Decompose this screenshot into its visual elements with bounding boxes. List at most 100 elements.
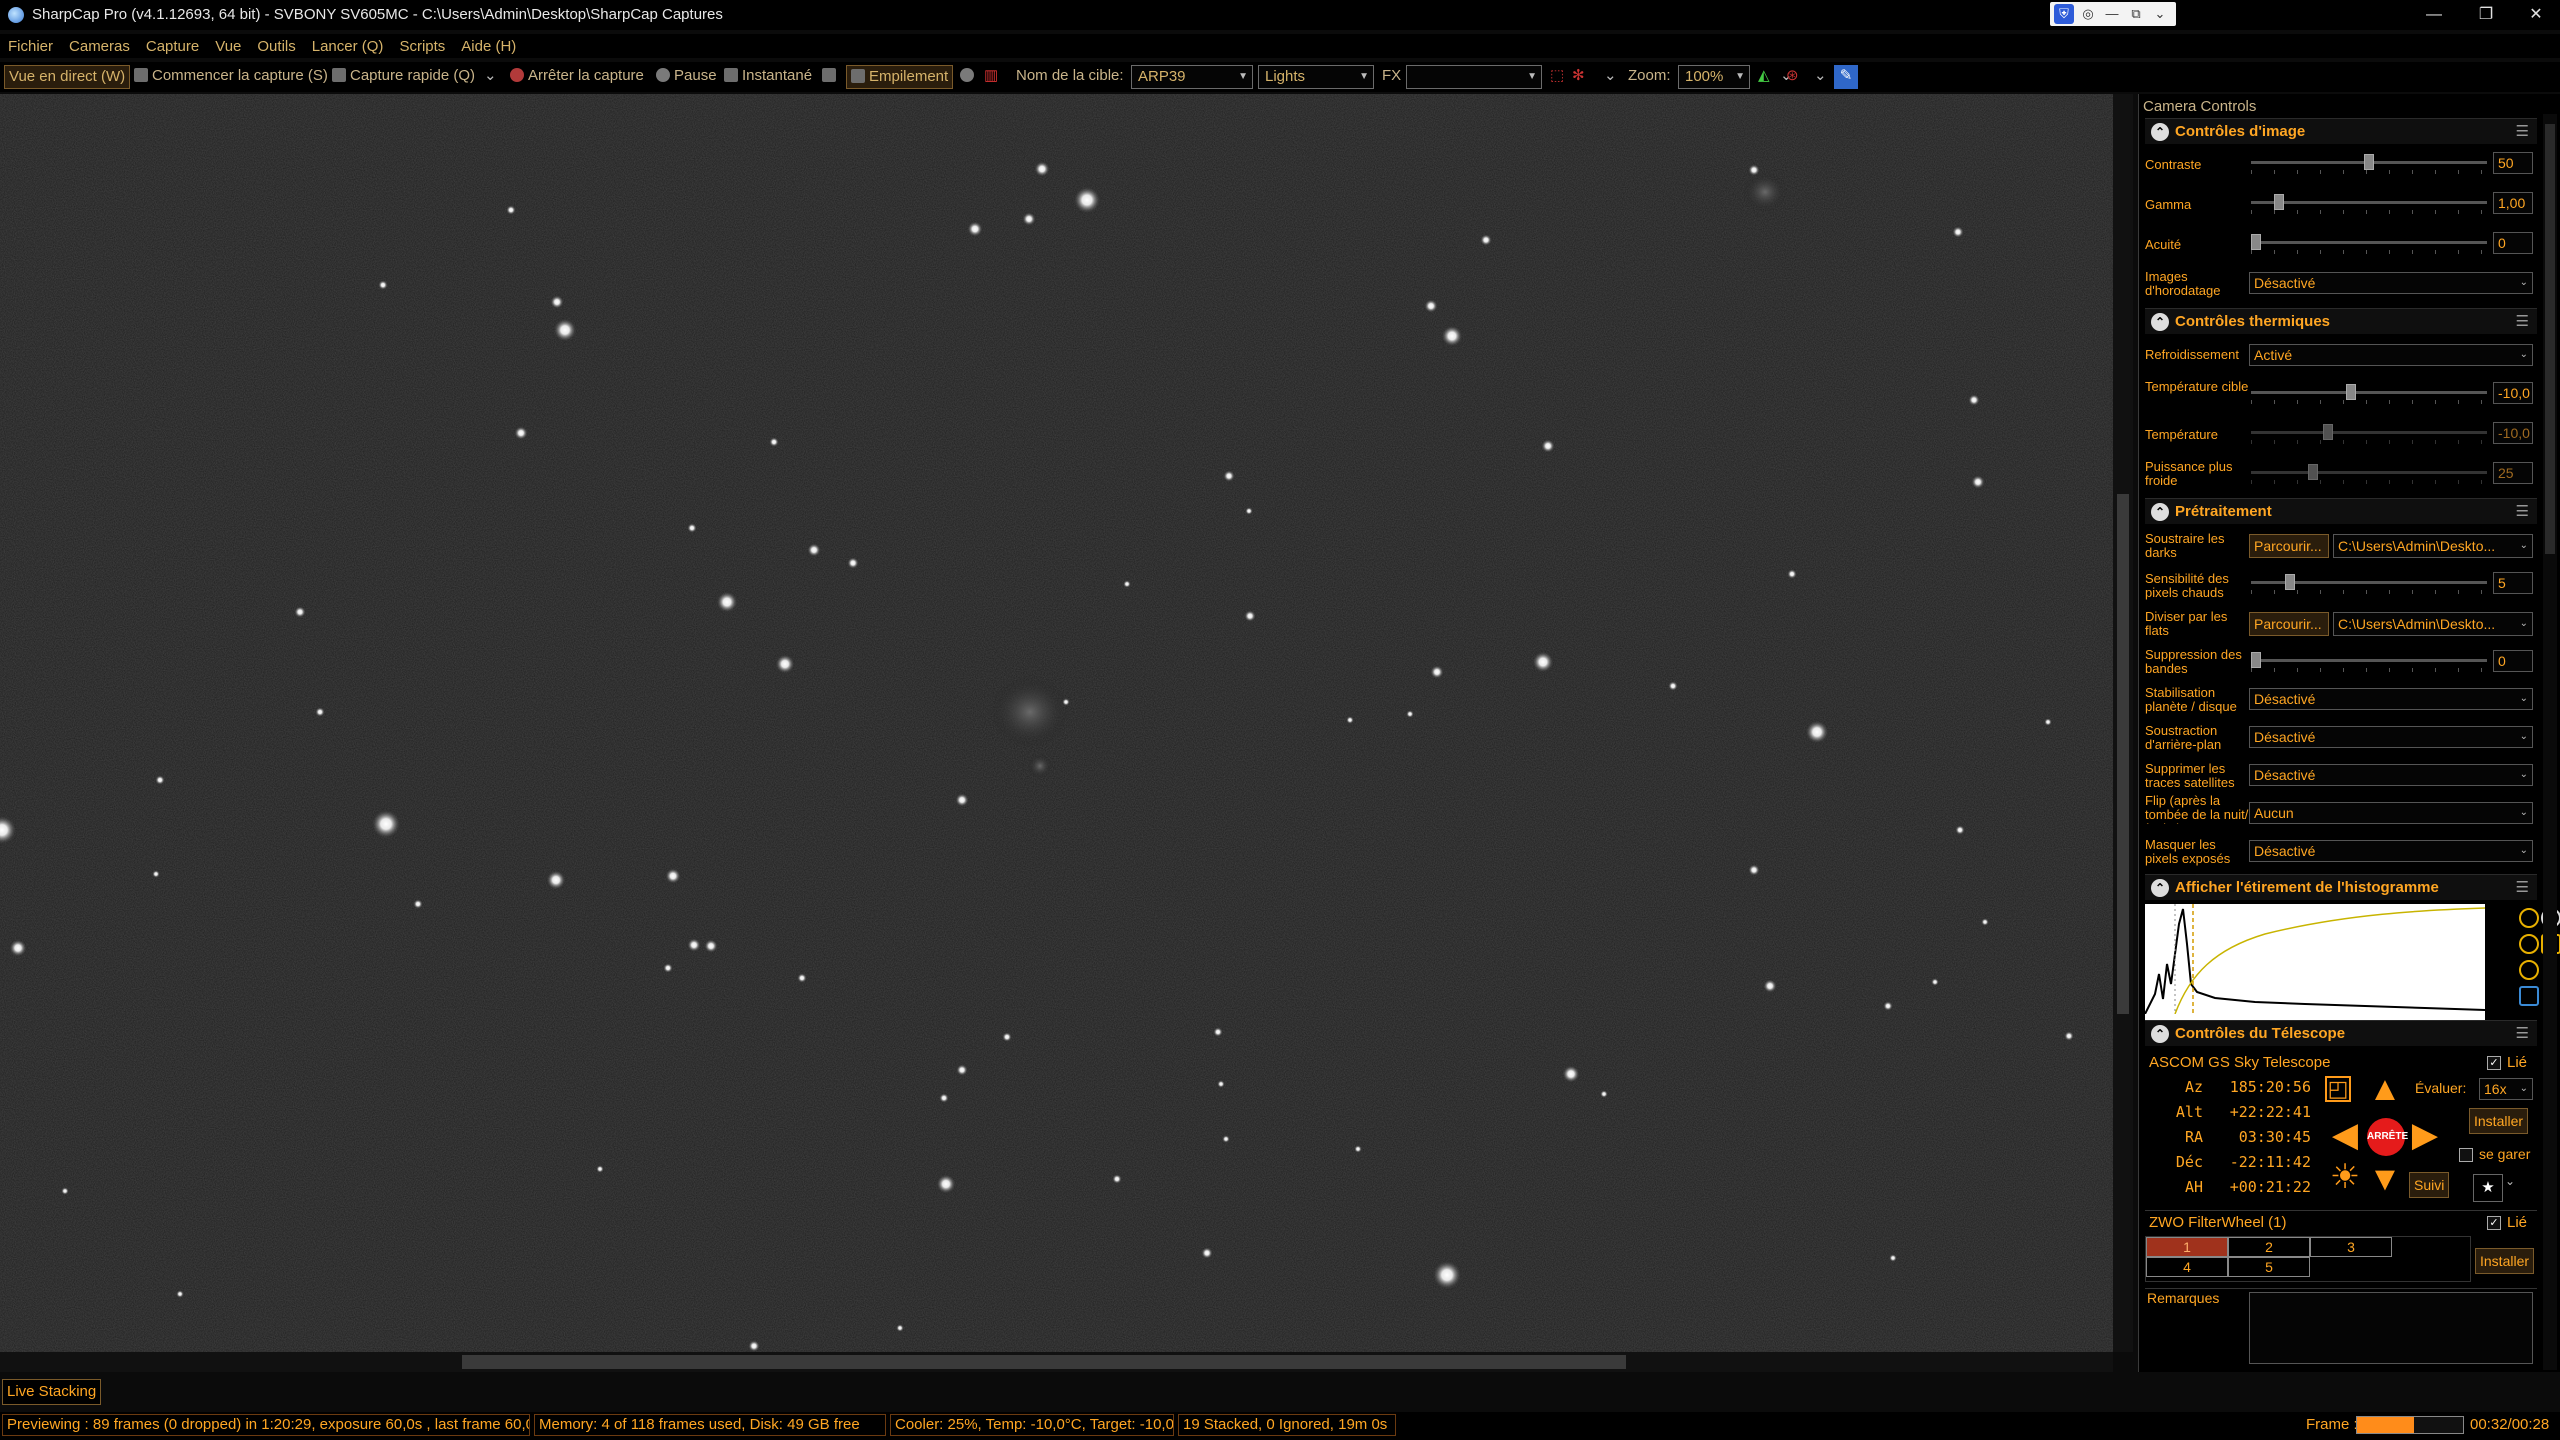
- histogram-graph[interactable]: [2144, 904, 2486, 1024]
- annotate-icon[interactable]: ✎: [1834, 65, 1858, 89]
- telescope-stop-button[interactable]: ARRÊTE: [2367, 1118, 2408, 1156]
- telescope-linked-checkbox[interactable]: ✓: [2487, 1056, 2501, 1070]
- section-image-controls[interactable]: ⌃ Contrôles d'image ☰: [2145, 118, 2537, 144]
- slider-knob[interactable]: [2284, 574, 2295, 590]
- gamma-value[interactable]: 1,00: [2493, 192, 2533, 214]
- maximize-button[interactable]: ❐: [2458, 0, 2514, 30]
- telescope-setup-button[interactable]: Installer: [2469, 1108, 2529, 1134]
- slew-west-button[interactable]: ◀: [2327, 1118, 2363, 1152]
- slew-south-button[interactable]: ▼: [2367, 1162, 2403, 1196]
- image-horizontal-scrollbar[interactable]: [0, 1352, 2113, 1372]
- hotpixel-value[interactable]: 5: [2493, 572, 2533, 594]
- park-checkbox[interactable]: [2459, 1148, 2473, 1162]
- flip-dropdown[interactable]: Aucun ⌄: [2249, 802, 2533, 824]
- section-histogram-stretch[interactable]: ⌃ Afficher l'étirement de l'histogramme …: [2145, 874, 2537, 900]
- reset-icon[interactable]: [2519, 960, 2539, 980]
- stacking-button[interactable]: Empilement: [846, 65, 954, 89]
- filterwheel-linked-checkbox[interactable]: ✓: [2487, 1216, 2501, 1230]
- live-stacking-tab[interactable]: Live Stacking: [2, 1379, 102, 1405]
- darks-path-dropdown[interactable]: C:\Users\Admin\Deskto... ⌄: [2333, 534, 2533, 558]
- menu-aide[interactable]: Aide (H): [453, 34, 524, 58]
- image-vertical-scrollbar[interactable]: [2113, 94, 2133, 1352]
- hamburger-icon[interactable]: ☰: [2516, 309, 2529, 335]
- satellite-trails-dropdown[interactable]: Désactivé ⌄: [2249, 764, 2533, 786]
- record-button[interactable]: [960, 65, 978, 89]
- filter-slot-1[interactable]: 1: [2146, 1237, 2228, 1257]
- panel-scrollbar[interactable]: [2543, 114, 2557, 1370]
- sun-icon[interactable]: ☀: [2327, 1160, 2363, 1194]
- restore-small-icon[interactable]: ⧉: [2126, 4, 2146, 24]
- focus-assist-icon[interactable]: ⊛: [1786, 65, 1799, 89]
- sharpness-value[interactable]: 0: [2493, 232, 2533, 254]
- quick-capture-dropdown[interactable]: ⌄: [484, 65, 497, 89]
- menu-fichier[interactable]: Fichier: [0, 34, 61, 58]
- section-telescope-controls[interactable]: ⌃ Contrôles du Télescope ☰: [2145, 1020, 2537, 1046]
- slider-knob[interactable]: [2251, 652, 2261, 668]
- slew-north-button[interactable]: ▲: [2367, 1072, 2403, 1106]
- filter-slot-5[interactable]: 5: [2228, 1257, 2310, 1277]
- menu-cameras[interactable]: Cameras: [61, 34, 138, 58]
- fx-combo[interactable]: ▼: [1406, 65, 1542, 89]
- scrollbar-thumb[interactable]: [462, 1355, 1626, 1369]
- display-settings-button[interactable]: [822, 65, 840, 89]
- reticle-dropdown[interactable]: ⌄: [1604, 65, 1617, 89]
- stop-capture-button[interactable]: Arrêter la capture: [510, 65, 644, 89]
- scrollbar-thumb[interactable]: [2117, 494, 2129, 1014]
- menu-lancer[interactable]: Lancer (Q): [304, 34, 392, 58]
- target-temp-value[interactable]: -10,0: [2493, 382, 2533, 404]
- slider-knob[interactable]: [2364, 154, 2374, 170]
- stabilization-dropdown[interactable]: Désactivé ⌄: [2249, 688, 2533, 710]
- chevron-down-icon[interactable]: ⌄: [2505, 1174, 2515, 1188]
- minimize-small-icon[interactable]: —: [2102, 4, 2122, 24]
- background-subtraction-dropdown[interactable]: Désactivé ⌄: [2249, 726, 2533, 748]
- pause-button[interactable]: Pause: [656, 65, 717, 89]
- collapse-icon[interactable]: ⌃: [2151, 123, 2169, 141]
- bitwarden-icon[interactable]: ⛨: [2054, 4, 2074, 24]
- cooling-dropdown[interactable]: Activé ⌄: [2249, 344, 2533, 366]
- power-toggle-icon[interactable]: [2519, 908, 2539, 928]
- chevron-down-icon[interactable]: ⌄: [2150, 4, 2170, 24]
- hotpixel-slider[interactable]: [2251, 574, 2487, 594]
- target-name-combo[interactable]: ARP39 ▼: [1131, 65, 1253, 89]
- frame-type-combo[interactable]: Lights ▼: [1258, 65, 1374, 89]
- star-icon[interactable]: ★: [2473, 1174, 2503, 1202]
- menu-vue[interactable]: Vue: [207, 34, 249, 58]
- close-button[interactable]: ✕: [2508, 0, 2560, 30]
- collapse-icon[interactable]: ⌃: [2151, 879, 2169, 897]
- darks-browse-button[interactable]: Parcourir...: [2249, 534, 2329, 558]
- histogram-off-icon[interactable]: ▥: [984, 65, 998, 89]
- flats-path-dropdown[interactable]: C:\Users\Admin\Deskto... ⌄: [2333, 612, 2533, 636]
- sharpness-slider[interactable]: [2251, 234, 2487, 254]
- tracking-button[interactable]: Suivi: [2409, 1172, 2450, 1198]
- rate-dropdown[interactable]: 16x ⌄: [2479, 1078, 2533, 1100]
- filter-slot-2[interactable]: 2: [2228, 1237, 2310, 1257]
- collapse-icon[interactable]: ⌃: [2151, 313, 2169, 331]
- zoom-combo[interactable]: 100% ▼: [1678, 65, 1750, 89]
- quick-capture-button[interactable]: Capture rapide (Q): [332, 65, 475, 89]
- banding-slider[interactable]: [2251, 652, 2487, 672]
- menu-outils[interactable]: Outils: [249, 34, 303, 58]
- reticle-icon[interactable]: ✻: [1572, 65, 1585, 89]
- contrast-value[interactable]: 50: [2493, 152, 2533, 174]
- lightning-icon[interactable]: [2519, 934, 2539, 954]
- live-view-button[interactable]: Vue en direct (W): [4, 65, 131, 89]
- extension-icon[interactable]: ◎: [2078, 4, 2098, 24]
- flats-browse-button[interactable]: Parcourir...: [2249, 612, 2329, 636]
- section-preprocessing[interactable]: ⌃ Prétraitement ☰: [2145, 498, 2537, 524]
- banding-value[interactable]: 0: [2493, 650, 2533, 672]
- section-thermal-controls[interactable]: ⌃ Contrôles thermiques ☰: [2145, 308, 2537, 334]
- minimize-button[interactable]: —: [2406, 0, 2462, 30]
- crop-icon[interactable]: ⬚: [1550, 65, 1564, 89]
- save-icon[interactable]: [2519, 986, 2539, 1006]
- menu-scripts[interactable]: Scripts: [391, 34, 453, 58]
- filter-slot-3[interactable]: 3: [2310, 1237, 2392, 1257]
- target-temp-slider[interactable]: [2251, 384, 2487, 404]
- mask-overexposed-dropdown[interactable]: Désactivé ⌄: [2249, 840, 2533, 862]
- image-viewport[interactable]: [0, 94, 2113, 1352]
- slider-knob[interactable]: [2273, 194, 2284, 210]
- timestamp-dropdown[interactable]: Désactivé ⌄: [2249, 272, 2533, 294]
- filterwheel-setup-button[interactable]: Installer: [2475, 1248, 2535, 1274]
- hamburger-icon[interactable]: ☰: [2516, 499, 2529, 525]
- hamburger-icon[interactable]: ☰: [2516, 875, 2529, 901]
- start-capture-button[interactable]: Commencer la capture (S): [134, 65, 328, 89]
